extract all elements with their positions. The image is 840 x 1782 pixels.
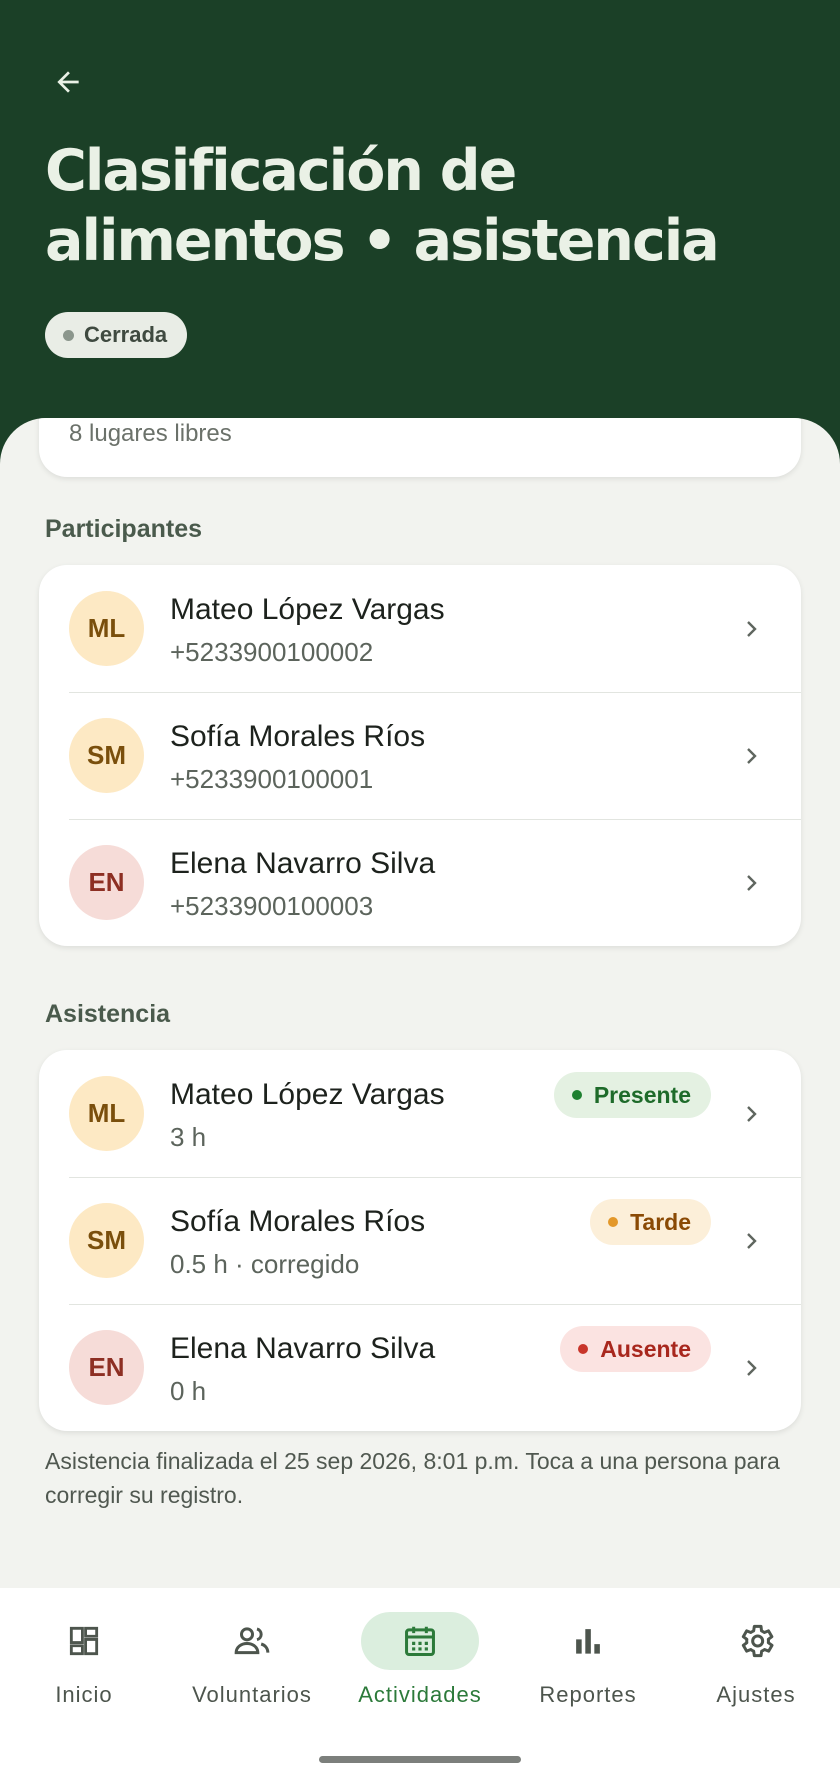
nav-label: Voluntarios bbox=[192, 1682, 312, 1707]
avatar: SM bbox=[69, 718, 144, 793]
attendance-hours: 0.5 h · corregido bbox=[170, 1249, 360, 1279]
arrow-left-icon bbox=[57, 71, 79, 93]
attendee-name: Elena Navarro Silva bbox=[170, 1332, 436, 1365]
status-dot-icon bbox=[608, 1217, 619, 1227]
chevron-right-icon bbox=[737, 615, 765, 643]
attendance-footnote: Asistencia finalizada el 25 sep 2026, 8:… bbox=[45, 1448, 780, 1508]
status-badge-late: Tarde bbox=[590, 1199, 711, 1245]
nav-label: Inicio bbox=[55, 1682, 113, 1707]
participant-phone: +5233900100002 bbox=[170, 637, 374, 667]
participant-row[interactable]: ML Mateo López Vargas +5233900100002 bbox=[39, 565, 801, 692]
participant-phone: +5233900100001 bbox=[170, 764, 374, 794]
bar-chart-icon bbox=[576, 1629, 600, 1654]
attendance-section-title: Asistencia bbox=[45, 1000, 171, 1028]
nav-item-inicio[interactable]: Inicio bbox=[0, 1612, 168, 1722]
nav-label: Ajustes bbox=[716, 1682, 796, 1707]
participant-name: Elena Navarro Silva bbox=[170, 847, 436, 880]
participants-section-title: Participantes bbox=[45, 515, 203, 543]
attendee-name: Sofía Morales Ríos bbox=[170, 1205, 426, 1238]
capacity-text: 8 lugares libres bbox=[69, 420, 232, 447]
status-label: Tarde bbox=[630, 1208, 691, 1235]
people-icon bbox=[234, 1627, 270, 1655]
nav-label: Reportes bbox=[539, 1682, 637, 1707]
participant-name: Mateo López Vargas bbox=[170, 593, 445, 626]
participant-row[interactable]: EN Elena Navarro Silva +5233900100003 bbox=[39, 819, 801, 946]
nav-label: Actividades bbox=[358, 1682, 482, 1707]
back-button[interactable] bbox=[44, 58, 92, 106]
participants-card: ML Mateo López Vargas +5233900100002 SM … bbox=[39, 565, 801, 946]
status-label: Presente bbox=[593, 1081, 691, 1108]
chevron-right-icon bbox=[737, 1354, 765, 1382]
capacity-card: 8 lugares libres bbox=[39, 418, 801, 477]
page-title: Clasificación de alimentos • asistencia bbox=[45, 138, 720, 274]
avatar: EN bbox=[69, 1330, 144, 1405]
avatar: SM bbox=[69, 1203, 144, 1278]
status-dot-icon bbox=[578, 1344, 589, 1354]
status-badge: Cerrada bbox=[45, 312, 188, 358]
attendance-row[interactable]: EN Elena Navarro Silva 0 h Ausente bbox=[39, 1304, 801, 1431]
nav-item-reportes[interactable]: Reportes bbox=[504, 1612, 672, 1722]
nav-item-voluntarios[interactable]: Voluntarios bbox=[168, 1612, 336, 1722]
participant-name: Sofía Morales Ríos bbox=[170, 720, 426, 753]
attendance-hours: 0 h bbox=[170, 1376, 207, 1406]
status-dot-icon bbox=[571, 1090, 582, 1100]
home-indicator[interactable] bbox=[319, 1756, 521, 1763]
dashboard-icon bbox=[69, 1626, 99, 1656]
chevron-right-icon bbox=[737, 742, 765, 770]
attendance-row[interactable]: ML Mateo López Vargas 3 h Presente bbox=[39, 1050, 801, 1177]
avatar: ML bbox=[69, 1076, 144, 1151]
chevron-right-icon bbox=[737, 1227, 765, 1255]
participant-phone: +5233900100003 bbox=[170, 891, 374, 921]
attendee-name: Mateo López Vargas bbox=[170, 1078, 445, 1111]
chevron-right-icon bbox=[737, 869, 765, 897]
status-badge-absent: Ausente bbox=[560, 1326, 711, 1372]
status-label: Cerrada bbox=[84, 322, 168, 347]
chevron-right-icon bbox=[737, 1100, 765, 1128]
nav-item-ajustes[interactable]: Ajustes bbox=[672, 1612, 840, 1722]
gear-icon bbox=[741, 1624, 774, 1658]
attendance-hours: 3 h bbox=[170, 1122, 207, 1152]
attendance-row[interactable]: SM Sofía Morales Ríos 0.5 h · corregido … bbox=[39, 1177, 801, 1304]
content-sheet: 8 lugares libres Participantes ML Mateo … bbox=[0, 418, 840, 1588]
attendance-card: ML Mateo López Vargas 3 h Presente SM So… bbox=[39, 1050, 801, 1431]
calendar-icon bbox=[405, 1626, 435, 1656]
avatar: ML bbox=[69, 591, 144, 666]
avatar: EN bbox=[69, 845, 144, 920]
nav-item-actividades[interactable]: Actividades bbox=[336, 1612, 504, 1722]
status-dot-icon bbox=[63, 329, 74, 341]
app-header: Clasificación de alimentos • asistencia … bbox=[0, 0, 840, 470]
participant-row[interactable]: SM Sofía Morales Ríos +5233900100001 bbox=[39, 692, 801, 819]
status-badge-present: Presente bbox=[553, 1072, 711, 1118]
bottom-navigation: Inicio Voluntarios Actividades Reportes … bbox=[0, 1588, 840, 1782]
status-label: Ausente bbox=[600, 1335, 691, 1362]
